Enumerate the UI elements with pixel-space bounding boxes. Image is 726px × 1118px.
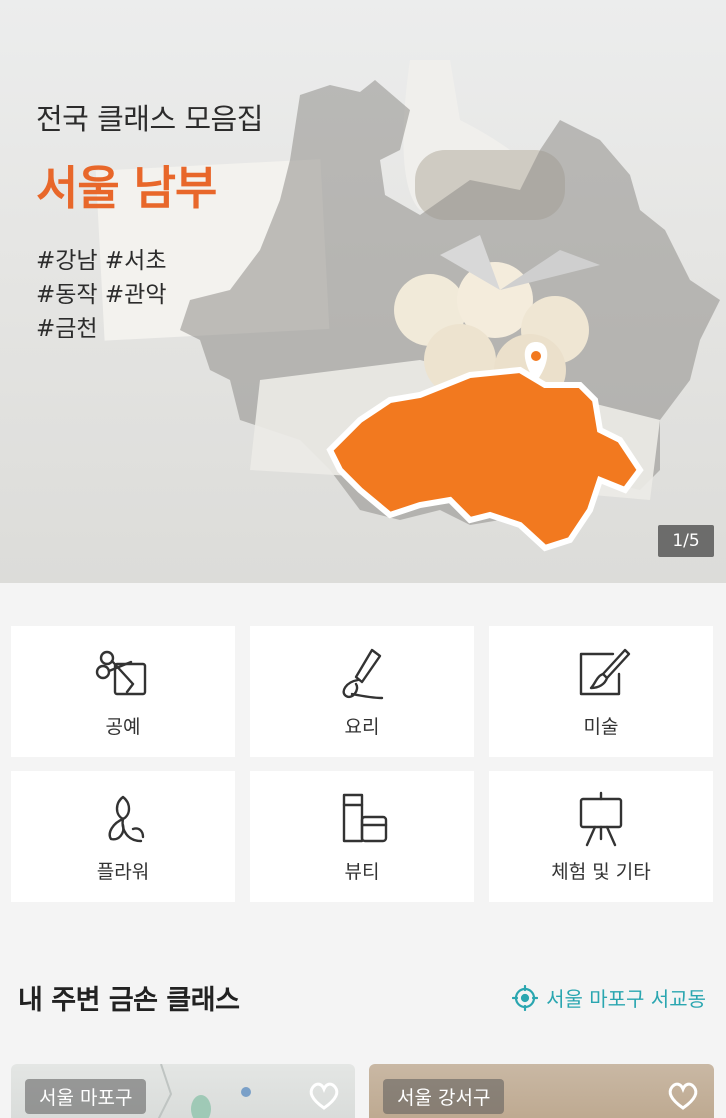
hero-subtitle: 전국 클래스 모음집: [36, 102, 263, 136]
heart-icon[interactable]: [666, 1080, 700, 1112]
category-cooking[interactable]: 요리: [250, 626, 474, 757]
easel-icon: [579, 791, 623, 847]
flower-icon: [108, 795, 145, 843]
category-label: 체험 및 기타: [551, 861, 651, 883]
category-art[interactable]: 미술: [489, 626, 713, 757]
hero-tags: #강남 #서초 #동작 #관악 #금천: [36, 244, 263, 346]
category-etc[interactable]: 체험 및 기타: [489, 771, 713, 902]
category-grid: 공예 요리 미술 플라워 뷰티 체험 및 기타: [11, 626, 714, 902]
hero-tag-line: #금천: [36, 316, 98, 342]
category-label: 플라워: [96, 861, 150, 883]
location-label: 서울 마포구 서교동: [546, 987, 706, 1011]
craft-icon: [95, 650, 147, 696]
hero-tag-line: #강남 #서초: [36, 248, 167, 274]
gps-target-icon: [512, 984, 539, 1011]
hero-tag-line: #동작 #관악: [36, 282, 167, 308]
cooking-icon: [342, 648, 384, 700]
category-craft[interactable]: 공예: [11, 626, 235, 757]
category-label: 공예: [105, 716, 141, 738]
section-title: 내 주변 금손 클래스: [18, 985, 240, 1016]
class-card[interactable]: 서울 강서구: [369, 1064, 714, 1118]
banner-page-indicator: 1/5: [658, 525, 714, 557]
heart-icon[interactable]: [307, 1080, 341, 1112]
region-badge: 서울 강서구: [383, 1079, 505, 1114]
region-badge: 서울 마포구: [25, 1079, 147, 1114]
category-beauty[interactable]: 뷰티: [250, 771, 474, 902]
category-label: 요리: [344, 716, 380, 738]
category-label: 미술: [583, 716, 619, 738]
art-icon: [579, 648, 631, 696]
hero-title: 서울 남부: [36, 161, 217, 215]
hero-banner[interactable]: 전국 클래스 모음집 서울 남부 #강남 #서초 #동작 #관악 #금천 1/5: [0, 0, 726, 583]
location-selector[interactable]: 서울 마포구 서교동: [512, 983, 706, 1012]
class-card[interactable]: 서울 마포구: [11, 1064, 355, 1118]
beauty-icon: [342, 793, 388, 843]
category-label: 뷰티: [344, 861, 380, 883]
category-flower[interactable]: 플라워: [11, 771, 235, 902]
